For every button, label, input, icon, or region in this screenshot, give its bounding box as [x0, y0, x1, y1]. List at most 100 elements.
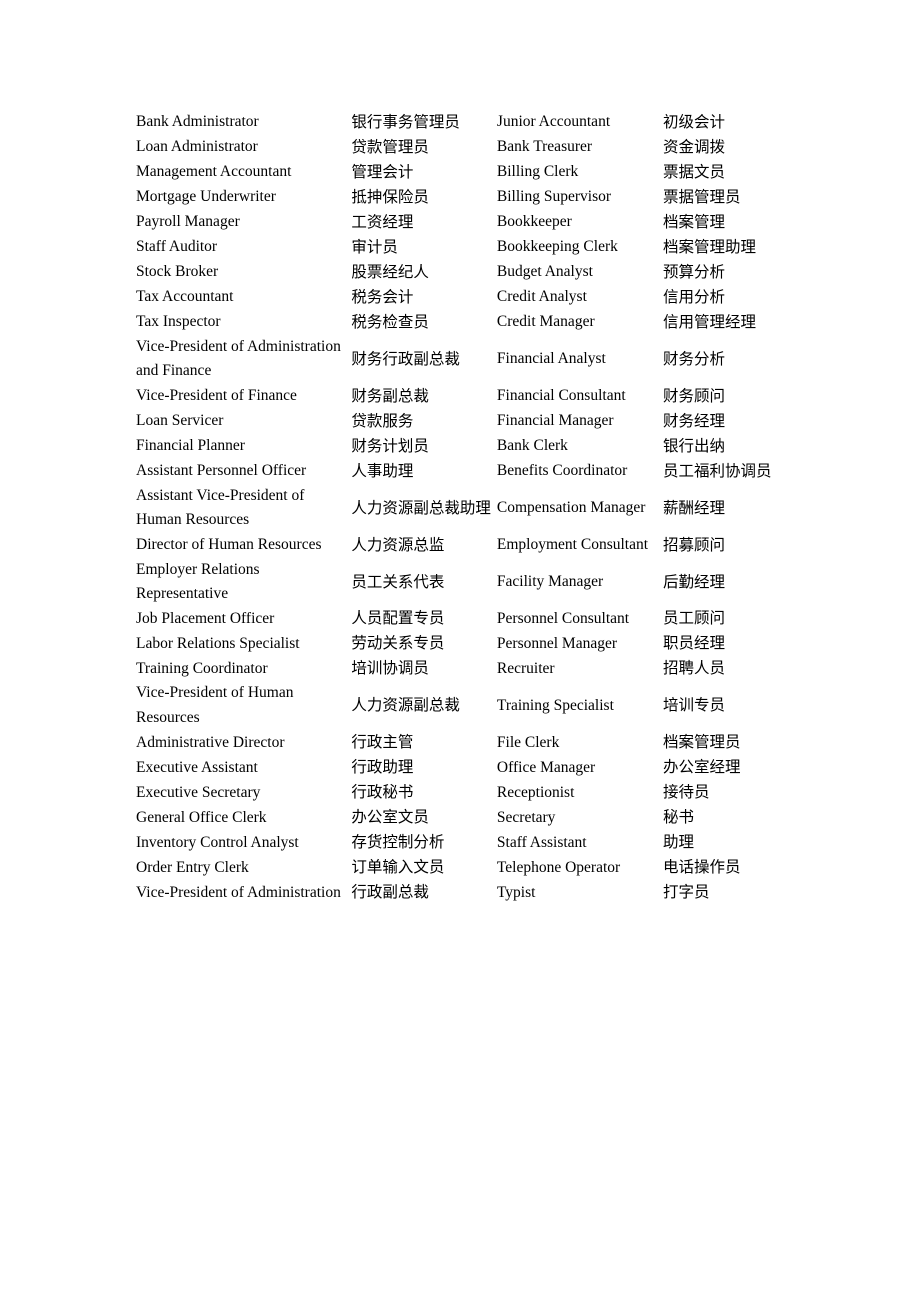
english-term-left: Stock Broker: [136, 263, 219, 281]
english-term-right: Recruiter: [496, 659, 555, 677]
chinese-term-left: 银行事务管理员: [351, 113, 460, 131]
english-term-left: Training Coordinator: [136, 659, 268, 677]
chinese-term-right: 档案管理: [663, 213, 726, 231]
english-term-right: Bank Treasurer: [496, 138, 593, 156]
chinese-term-left: 行政助理: [351, 758, 414, 777]
chinese-term-left: 订单输入文员: [351, 858, 445, 877]
english-term-right: Financial Analyst: [496, 350, 606, 368]
english-term-right: Telephone Operator: [496, 858, 621, 876]
english-term-right: Training Specialist: [496, 696, 614, 714]
glossary-row: Executive Assistant 行政助理 Office Manager 办公室…: [136, 755, 784, 780]
glossary-row: Administrative Director 行政主管 File Clerk 档案管…: [136, 730, 784, 755]
glossary-row: Employer Relations Representative 员工关系代表 F…: [136, 558, 784, 607]
english-term-left: Labor Relations Specialist: [136, 634, 300, 652]
english-term-right: Benefits Coordinator: [496, 462, 628, 480]
english-term-left: General Office Clerk: [136, 808, 267, 826]
chinese-term-right: 银行出纳: [663, 436, 726, 455]
glossary-row: Tax Accountant 税务会计 Credit Analyst 信用分析: [136, 285, 784, 310]
english-term-right: Compensation Manager: [496, 499, 646, 517]
glossary-row: Management Accountant 管理会计 Billing Clerk 票据…: [136, 160, 784, 185]
english-term-left: Loan Administrator: [136, 138, 258, 156]
chinese-term-right: 档案管理助理: [663, 238, 757, 256]
chinese-term-left: 员工关系代表: [351, 572, 445, 591]
english-term-left: Director of Human Resources: [136, 535, 322, 553]
english-term-left: Payroll Manager: [136, 213, 240, 231]
english-term-right: Credit Manager: [496, 313, 595, 331]
chinese-term-right: 档案管理员: [663, 733, 741, 752]
glossary-row: Inventory Control Analyst 存货控制分析 Staff Ass…: [136, 830, 784, 855]
english-term-left: Financial Planner: [136, 437, 245, 455]
english-term-right: Office Manager: [496, 758, 596, 776]
chinese-term-right: 打字员: [663, 883, 710, 902]
chinese-term-right: 信用管理经理: [663, 313, 757, 331]
chinese-term-right: 助理: [663, 833, 695, 852]
english-term-right: Staff Assistant: [496, 833, 587, 851]
glossary-row: Director of Human Resources 人力资源总监 Employm…: [136, 533, 784, 558]
chinese-term-left: 财务行政副总裁: [351, 349, 460, 368]
english-term-left: Assistant Vice-President of Human Resour…: [136, 486, 305, 529]
chinese-term-right: 招聘人员: [663, 659, 726, 678]
chinese-term-left: 行政秘书: [351, 783, 414, 802]
chinese-term-right: 员工顾问: [663, 609, 726, 628]
english-term-right: Bookkeeper: [496, 213, 572, 231]
glossary-row: Loan Servicer 贷款服务 Financial Manager 财务经理: [136, 409, 784, 434]
english-term-right: File Clerk: [496, 733, 560, 751]
chinese-term-left: 贷款管理员: [351, 138, 429, 156]
english-term-left: Mortgage Underwriter: [136, 188, 276, 206]
chinese-term-left: 贷款服务: [351, 411, 414, 430]
chinese-term-left: 工资经理: [351, 213, 414, 231]
chinese-term-left: 人力资源总监: [351, 535, 445, 554]
glossary-row: Executive Secretary 行政秘书 Receptionist 接待员: [136, 780, 784, 805]
english-term-right: Secretary: [496, 808, 556, 826]
english-term-left: Order Entry Clerk: [136, 858, 249, 876]
english-term-left: Employer Relations Representative: [136, 560, 260, 603]
english-term-left: Administrative Director: [136, 733, 285, 751]
glossary-row: Vice-President of Finance 财务副总裁 Financial …: [136, 384, 784, 409]
english-term-left: Loan Servicer: [136, 412, 224, 430]
english-term-right: Personnel Consultant: [496, 609, 630, 627]
glossary-body: Bank Administrator 银行事务管理员 Junior Accounta…: [136, 110, 784, 905]
glossary-row: Order Entry Clerk 订单输入文员 Telephone Operato…: [136, 855, 784, 880]
chinese-term-left: 财务计划员: [351, 436, 429, 455]
english-term-right: Financial Manager: [496, 412, 614, 430]
chinese-term-right: 职员经理: [663, 634, 726, 653]
english-term-left: Executive Assistant: [136, 758, 258, 776]
glossary-row: Tax Inspector 税务检查员 Credit Manager 信用管理经理: [136, 310, 784, 335]
chinese-term-right: 票据文员: [663, 163, 726, 181]
glossary-row: Vice-President of Human Resources 人力资源副总裁…: [136, 681, 784, 730]
english-term-right: Personnel Manager: [496, 634, 617, 652]
chinese-term-left: 税务会计: [351, 288, 414, 306]
glossary-row: Vice-President of Administration and Fin…: [136, 335, 784, 384]
english-term-right: Employment Consultant: [496, 535, 649, 553]
glossary-row: Assistant Vice-President of Human Resour…: [136, 484, 784, 533]
chinese-term-right: 票据管理员: [663, 188, 741, 206]
english-term-left: Vice-President of Administration and Fin…: [136, 338, 341, 380]
chinese-term-left: 办公室文员: [351, 808, 429, 827]
chinese-term-right: 招募顾问: [663, 535, 726, 554]
chinese-term-left: 审计员: [351, 238, 398, 256]
chinese-term-right: 员工福利协调员: [663, 461, 772, 480]
chinese-term-left: 人力资源副总裁: [351, 696, 460, 715]
chinese-term-right: 接待员: [663, 783, 710, 802]
english-term-right: Billing Clerk: [496, 163, 579, 181]
english-term-left: Staff Auditor: [136, 238, 218, 256]
chinese-term-right: 财务经理: [663, 411, 726, 430]
english-term-left: Vice-President of Finance: [136, 387, 297, 405]
chinese-term-right: 资金调拨: [663, 138, 726, 156]
glossary-row: Bank Administrator 银行事务管理员 Junior Accounta…: [136, 110, 784, 135]
document-page: Bank Administrator 银行事务管理员 Junior Accounta…: [0, 0, 920, 1302]
chinese-term-left: 行政副总裁: [351, 883, 429, 902]
english-term-right: Facility Manager: [496, 572, 604, 590]
chinese-term-left: 税务检查员: [351, 313, 429, 331]
chinese-term-right: 财务分析: [663, 349, 726, 368]
english-term-left: Job Placement Officer: [136, 609, 275, 627]
chinese-term-right: 电话操作员: [663, 858, 741, 877]
english-term-left: Inventory Control Analyst: [136, 833, 299, 851]
glossary-row: Labor Relations Specialist 劳动关系专员 Personne…: [136, 631, 784, 656]
english-term-left: Tax Accountant: [136, 288, 234, 306]
english-term-left: Assistant Personnel Officer: [136, 462, 307, 480]
chinese-term-right: 预算分析: [663, 263, 726, 281]
english-term-right: Bookkeeping Clerk: [496, 238, 618, 256]
glossary-row: Job Placement Officer 人员配置专员 Personnel Con…: [136, 606, 784, 631]
chinese-term-left: 管理会计: [351, 163, 414, 181]
